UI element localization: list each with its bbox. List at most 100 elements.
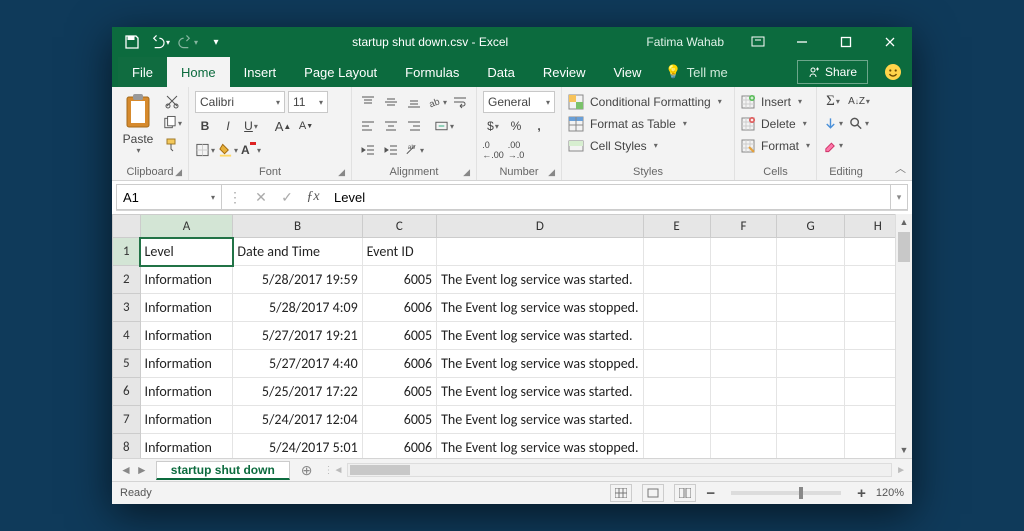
- column-header[interactable]: F: [710, 215, 777, 238]
- merge-center-icon[interactable]: ▾: [434, 116, 454, 136]
- row-header[interactable]: 7: [113, 406, 141, 434]
- cell[interactable]: [710, 378, 777, 406]
- normal-view-icon[interactable]: [610, 484, 632, 502]
- fx-icon[interactable]: ƒx: [300, 189, 326, 205]
- format-painter-icon[interactable]: [162, 135, 182, 155]
- column-header[interactable]: E: [643, 215, 710, 238]
- decrease-font-icon[interactable]: A▼: [296, 116, 316, 136]
- column-header[interactable]: B: [233, 215, 362, 238]
- increase-font-icon[interactable]: A▲: [273, 116, 293, 136]
- cell[interactable]: [777, 350, 844, 378]
- horizontal-scrollbar[interactable]: ⋮◄►: [324, 463, 912, 477]
- cell[interactable]: [643, 406, 710, 434]
- cell[interactable]: [777, 238, 844, 266]
- cell[interactable]: 5/24/2017 5:01: [233, 434, 362, 459]
- cell[interactable]: Event ID: [362, 238, 436, 266]
- cell[interactable]: [710, 322, 777, 350]
- cell[interactable]: The Event log service was stopped.: [437, 294, 643, 322]
- zoom-out-button[interactable]: −: [706, 485, 715, 502]
- expand-formula-bar-icon[interactable]: ▾: [891, 184, 908, 210]
- decrease-indent-icon[interactable]: [358, 140, 378, 160]
- close-button[interactable]: [868, 27, 912, 57]
- new-sheet-button[interactable]: ⊕: [290, 461, 324, 480]
- comma-format-icon[interactable]: ,: [529, 116, 549, 136]
- tab-insert[interactable]: Insert: [230, 57, 291, 87]
- cell[interactable]: 6006: [362, 434, 436, 459]
- zoom-in-button[interactable]: +: [857, 485, 866, 502]
- align-right-icon[interactable]: [404, 116, 424, 136]
- redo-icon[interactable]: ▾: [178, 32, 198, 52]
- format-cells-button[interactable]: Format▾: [741, 135, 810, 156]
- collapse-ribbon-icon[interactable]: ︿: [895, 160, 906, 176]
- borders-icon[interactable]: ▾: [195, 140, 215, 160]
- cell[interactable]: 5/28/2017 4:09: [233, 294, 362, 322]
- cell[interactable]: The Event log service was started.: [437, 378, 643, 406]
- cell[interactable]: [777, 406, 844, 434]
- insert-cells-button[interactable]: Insert▾: [741, 91, 810, 112]
- orientation-icon[interactable]: ab▾: [427, 92, 447, 112]
- account-name[interactable]: Fatima Wahab: [634, 35, 736, 49]
- sort-filter-icon[interactable]: A↓Z▾: [849, 92, 869, 112]
- cell[interactable]: 5/28/2017 19:59: [233, 266, 362, 294]
- row-header[interactable]: 6: [113, 378, 141, 406]
- cell[interactable]: [437, 238, 643, 266]
- format-as-table-button[interactable]: Format as Table▾: [568, 113, 722, 134]
- vertical-scrollbar[interactable]: ▲ ▼: [895, 214, 912, 458]
- cell[interactable]: The Event log service was started.: [437, 266, 643, 294]
- align-top-icon[interactable]: [358, 92, 378, 112]
- zoom-level[interactable]: 120%: [876, 487, 904, 499]
- cell[interactable]: The Event log service was started.: [437, 406, 643, 434]
- tab-pagelayout[interactable]: Page Layout: [290, 57, 391, 87]
- tab-view[interactable]: View: [599, 57, 655, 87]
- cell[interactable]: 6005: [362, 322, 436, 350]
- cell[interactable]: 6006: [362, 294, 436, 322]
- save-icon[interactable]: [122, 32, 142, 52]
- align-middle-icon[interactable]: [381, 92, 401, 112]
- font-name-combo[interactable]: Calibri▾: [195, 91, 285, 113]
- cell[interactable]: [643, 266, 710, 294]
- conditional-formatting-button[interactable]: Conditional Formatting▾: [568, 91, 722, 112]
- font-size-combo[interactable]: 11▾: [288, 91, 328, 113]
- column-header[interactable]: D: [437, 215, 643, 238]
- cell[interactable]: 6005: [362, 406, 436, 434]
- cell[interactable]: The Event log service was stopped.: [437, 350, 643, 378]
- row-header[interactable]: 5: [113, 350, 141, 378]
- cell[interactable]: [777, 294, 844, 322]
- delete-cells-button[interactable]: Delete▾: [741, 113, 810, 134]
- confirm-entry-icon[interactable]: ✓: [274, 189, 300, 206]
- page-layout-view-icon[interactable]: [642, 484, 664, 502]
- undo-icon[interactable]: ▾: [150, 32, 170, 52]
- cell[interactable]: [777, 266, 844, 294]
- zoom-slider[interactable]: [731, 491, 841, 495]
- sheet-tab-active[interactable]: startup shut down: [156, 461, 290, 480]
- share-button[interactable]: Share: [797, 60, 868, 84]
- clear-icon[interactable]: ▾: [823, 136, 843, 156]
- minimize-button[interactable]: [780, 27, 824, 57]
- alignment-dialog-launcher-icon[interactable]: ◢: [463, 167, 470, 178]
- cell[interactable]: 5/24/2017 12:04: [233, 406, 362, 434]
- select-all-corner[interactable]: [113, 215, 141, 238]
- page-break-view-icon[interactable]: [674, 484, 696, 502]
- cell[interactable]: [643, 294, 710, 322]
- cell[interactable]: Date and Time: [233, 238, 362, 266]
- cell-styles-button[interactable]: Cell Styles▾: [568, 135, 722, 156]
- cell[interactable]: [777, 322, 844, 350]
- row-header[interactable]: 2: [113, 266, 141, 294]
- find-select-icon[interactable]: ▾: [849, 114, 869, 134]
- cell[interactable]: 6006: [362, 350, 436, 378]
- wrap-text-icon[interactable]: [450, 92, 470, 112]
- number-dialog-launcher-icon[interactable]: ◢: [548, 167, 555, 178]
- cell[interactable]: [643, 322, 710, 350]
- tab-file[interactable]: File: [118, 57, 167, 87]
- cell[interactable]: [710, 294, 777, 322]
- fill-icon[interactable]: ▾: [823, 114, 843, 134]
- formula-input[interactable]: Level: [326, 184, 891, 210]
- decrease-decimal-icon[interactable]: .00→.0: [506, 140, 526, 160]
- cell[interactable]: 5/27/2017 19:21: [233, 322, 362, 350]
- autosum-icon[interactable]: Σ▾: [823, 92, 843, 112]
- cell[interactable]: 6005: [362, 378, 436, 406]
- font-dialog-launcher-icon[interactable]: ◢: [338, 167, 345, 178]
- cell[interactable]: The Event log service was started.: [437, 322, 643, 350]
- accounting-format-icon[interactable]: $▾: [483, 116, 503, 136]
- bold-icon[interactable]: B: [195, 116, 215, 136]
